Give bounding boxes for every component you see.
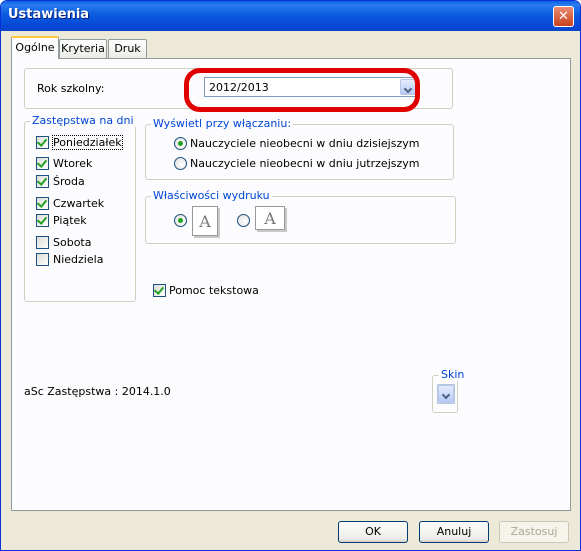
tab-criteria[interactable]: Kryteria bbox=[59, 39, 107, 58]
radio-landscape[interactable] bbox=[237, 214, 250, 227]
label-friday: Piątek bbox=[53, 214, 87, 227]
settings-dialog: Ustawienia ✕ Ogólne Kryteria Druk Rok sz… bbox=[0, 0, 581, 551]
label-help-text: Pomoc tekstowa bbox=[169, 284, 259, 297]
close-button[interactable]: ✕ bbox=[553, 6, 574, 27]
substitution-days-group: Zastępstwa na dni Poniedziałek Wtorek Śr… bbox=[24, 114, 136, 302]
print-properties-legend: Właściwości wydruku bbox=[151, 189, 272, 202]
apply-button[interactable]: Zastosuj bbox=[499, 521, 569, 543]
tab-print-label: Druk bbox=[114, 42, 141, 55]
window-title: Ustawienia bbox=[8, 7, 90, 22]
checkbox-help-text[interactable] bbox=[153, 284, 166, 297]
skin-select[interactable] bbox=[437, 384, 455, 404]
checkbox-sunday[interactable] bbox=[36, 253, 49, 266]
label-monday: Poniedziałek bbox=[52, 135, 123, 150]
close-icon: ✕ bbox=[558, 9, 569, 24]
landscape-page-icon: A bbox=[255, 206, 285, 230]
skin-legend: Skin bbox=[439, 368, 467, 381]
apply-button-label: Zastosuj bbox=[510, 525, 558, 538]
checkbox-friday[interactable] bbox=[36, 214, 49, 227]
label-tuesday: Wtorek bbox=[53, 157, 93, 170]
cancel-button-label: Anuluj bbox=[436, 525, 472, 538]
tab-general[interactable]: Ogólne bbox=[11, 36, 59, 59]
version-text: aSc Zastępstwa : 2014.1.0 bbox=[24, 385, 171, 398]
tab-print[interactable]: Druk bbox=[108, 39, 147, 58]
general-tab-panel: Rok szkolny: 2012/2013 Zastępstwa na dni… bbox=[11, 58, 571, 511]
checkbox-saturday[interactable] bbox=[36, 236, 49, 249]
print-properties-group: Właściwości wydruku A A bbox=[145, 189, 456, 244]
checkbox-tuesday[interactable] bbox=[36, 157, 49, 170]
checkbox-monday[interactable] bbox=[36, 136, 49, 149]
radio-portrait[interactable] bbox=[174, 214, 187, 227]
ok-button[interactable]: OK bbox=[338, 521, 408, 543]
checkbox-wednesday[interactable] bbox=[36, 175, 49, 188]
chevron-down-icon[interactable] bbox=[438, 385, 454, 403]
checkbox-thursday[interactable] bbox=[36, 197, 49, 210]
cancel-button[interactable]: Anuluj bbox=[419, 521, 489, 543]
label-absent-today: Nauczyciele nieobecni w dniu dzisiejszym bbox=[190, 137, 420, 150]
label-saturday: Sobota bbox=[53, 236, 92, 249]
tab-criteria-label: Kryteria bbox=[61, 42, 105, 55]
substitution-days-legend: Zastępstwa na dni bbox=[30, 114, 136, 127]
tab-general-label: Ogólne bbox=[15, 41, 55, 54]
skin-group: Skin bbox=[432, 368, 467, 413]
ok-button-label: OK bbox=[365, 525, 381, 538]
startup-view-group: Wyświetl przy włączaniu: Nauczyciele nie… bbox=[145, 117, 454, 180]
label-sunday: Niedziela bbox=[53, 253, 104, 266]
startup-view-legend: Wyświetl przy włączaniu: bbox=[151, 117, 294, 130]
radio-absent-tomorrow[interactable] bbox=[174, 157, 187, 170]
portrait-page-icon: A bbox=[192, 206, 218, 236]
radio-absent-today[interactable] bbox=[174, 137, 187, 150]
annotation-highlight-ring bbox=[184, 68, 420, 112]
school-year-label: Rok szkolny: bbox=[37, 82, 105, 95]
label-thursday: Czwartek bbox=[53, 197, 105, 210]
label-absent-tomorrow: Nauczyciele nieobecni w dniu jutrzejszym bbox=[190, 157, 420, 170]
label-wednesday: Środa bbox=[53, 175, 85, 188]
title-bar[interactable]: Ustawienia ✕ bbox=[1, 1, 580, 31]
